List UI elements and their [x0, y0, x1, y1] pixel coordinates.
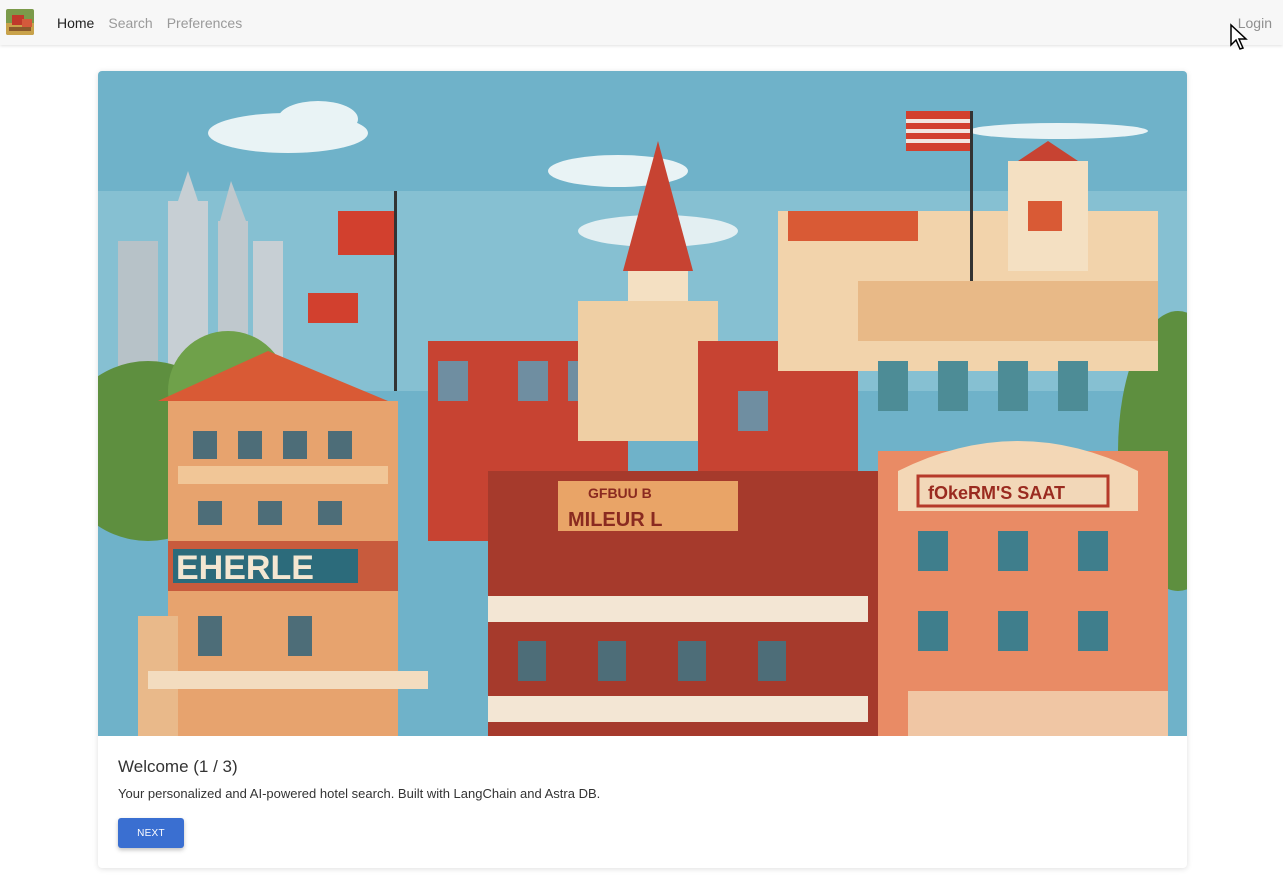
hotel-illustration: EHERLE GFBUU B MILEUR L fOkeRM'S SAAT: [98, 71, 1187, 736]
nav-links: Home Search Preferences: [57, 0, 256, 45]
svg-text:EHERLE: EHERLE: [176, 549, 314, 587]
svg-text:MILEUR L: MILEUR L: [568, 509, 662, 531]
svg-text:GFBUU B: GFBUU B: [588, 485, 652, 501]
nav-search-link[interactable]: Search: [108, 15, 152, 31]
next-button[interactable]: NEXT: [118, 818, 184, 848]
welcome-card: EHERLE GFBUU B MILEUR L fOkeRM'S SAAT We…: [98, 71, 1187, 868]
top-navbar: Home Search Preferences Login: [0, 0, 1283, 45]
welcome-description: Your personalized and AI-powered hotel s…: [118, 786, 601, 801]
nav-home-link[interactable]: Home: [57, 15, 94, 31]
hotel-logo-icon[interactable]: [6, 9, 34, 35]
nav-preferences-link[interactable]: Preferences: [167, 15, 242, 31]
svg-text:fOkeRM'S SAAT: fOkeRM'S SAAT: [928, 483, 1065, 503]
welcome-title: Welcome (1 / 3): [118, 757, 238, 776]
mouse-cursor-icon: [1229, 23, 1249, 51]
